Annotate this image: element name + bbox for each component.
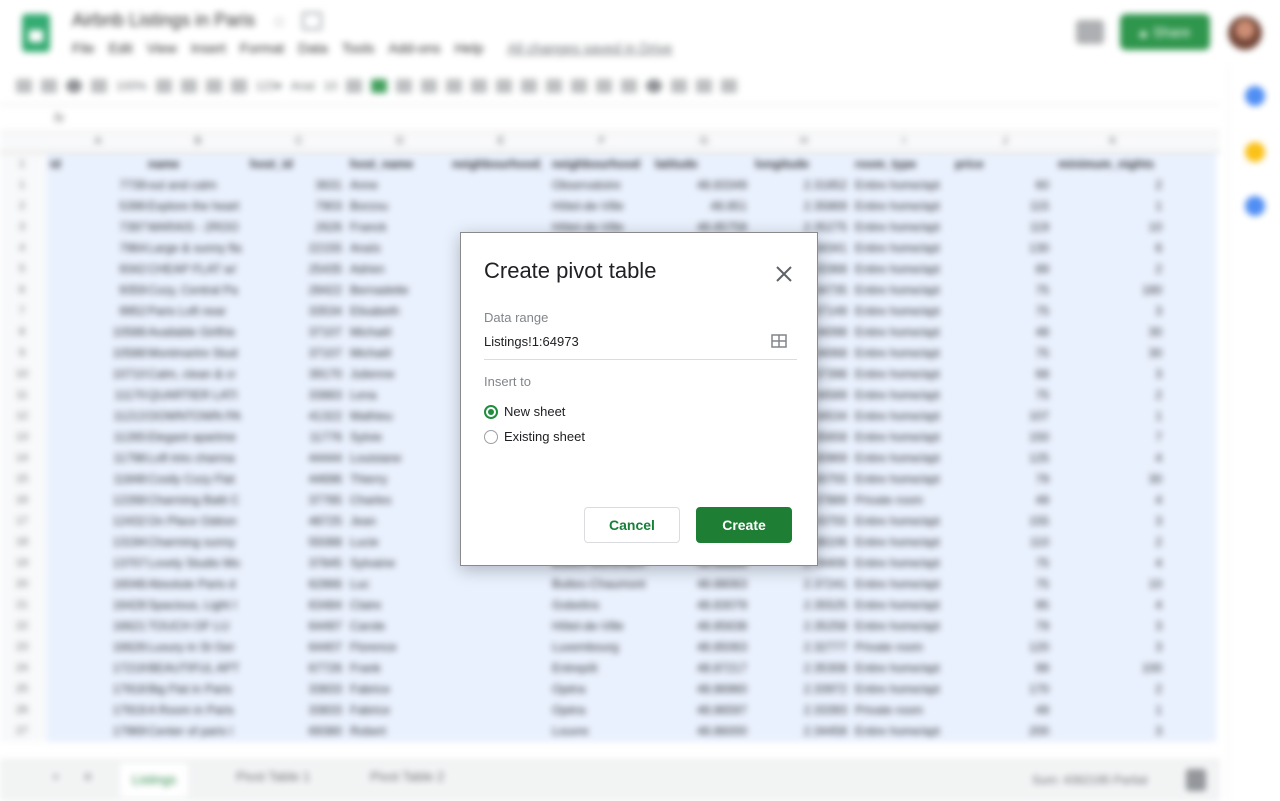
radio-existing-sheet[interactable]: Existing sheet <box>484 429 585 444</box>
close-button[interactable] <box>773 263 795 285</box>
data-range-field[interactable]: Listings!1:64973 <box>484 329 797 360</box>
data-range-value[interactable]: Listings!1:64973 <box>484 334 579 349</box>
insert-to-label: Insert to <box>484 374 531 389</box>
close-icon <box>776 266 792 282</box>
select-range-icon[interactable] <box>771 334 787 348</box>
radio-existing-sheet-label: Existing sheet <box>504 429 585 444</box>
radio-new-sheet-label: New sheet <box>504 404 566 419</box>
radio-new-sheet[interactable]: New sheet <box>484 404 565 419</box>
data-range-label: Data range <box>484 310 549 325</box>
create-button[interactable]: Create <box>696 507 792 543</box>
dialog-title: Create pivot table <box>484 258 657 283</box>
cancel-button[interactable]: Cancel <box>584 507 680 543</box>
radio-button-checked[interactable] <box>484 404 498 419</box>
radio-button-unchecked[interactable] <box>484 429 498 444</box>
create-pivot-table-dialog: Create pivot table Data range Listings!1… <box>460 232 818 566</box>
